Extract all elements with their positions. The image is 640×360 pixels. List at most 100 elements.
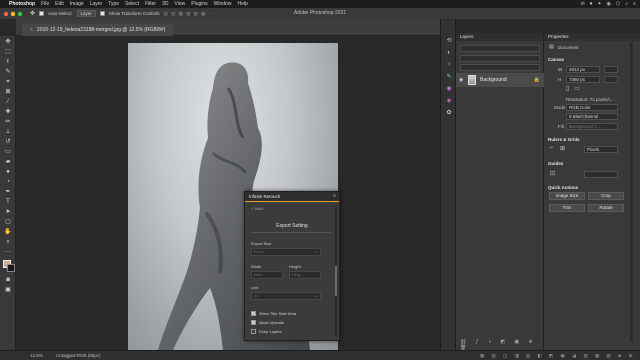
spark-icon[interactable]: ✦ [597,0,601,8]
menu-plugins[interactable]: Plugins [191,0,207,8]
blur-tool-icon[interactable]: ● [3,168,13,177]
width-input[interactable]: Wid... [251,271,283,279]
quick-actions-label[interactable]: Quick Actions [548,185,578,190]
menu-file[interactable]: File [41,0,49,8]
blend-mode-bar[interactable] [460,55,540,62]
align-icons[interactable]: ▤ ▥ ▦ ▧ ▨ ▩ ··· [164,11,217,17]
y-field[interactable] [604,76,618,83]
plugin-panel-icon-3[interactable]: ◈ [444,97,454,106]
plugin-panel-icon[interactable]: ✧ [444,61,454,70]
fill-dropdown[interactable]: Background C... [566,123,618,130]
path-selection-tool-icon[interactable]: ➤ [3,208,13,217]
type-tool-icon[interactable]: T [3,198,13,207]
screen-mode-icon[interactable]: ▣ [3,286,13,295]
menu-app-name[interactable]: Photoshop [9,0,35,8]
quick-select-tool-icon[interactable]: ✎ [3,68,13,77]
move-tool-options-icon[interactable]: ✥ [30,10,35,17]
lasso-tool-icon[interactable]: ℓ [3,58,13,67]
properties-scrollbar[interactable] [630,42,633,342]
eye-icon[interactable]: ◉ [459,73,463,87]
keep-layers-checkbox[interactable] [251,329,256,334]
dodge-tool-icon[interactable]: ◔ [3,178,13,187]
auto-select-checkbox[interactable] [39,11,45,16]
layers-footer-icons[interactable]: ⛓ ƒ ◑ ◩ ▣ ⊕ 🗑 [460,339,540,351]
record-icon[interactable]: ⏺ [590,0,593,8]
brush-panel-icon[interactable]: ✿ [444,109,454,118]
menu-view[interactable]: View [175,0,186,8]
more-tools-icon[interactable]: ··· [3,248,13,257]
marquee-tool-icon[interactable]: ⬚ [3,48,13,57]
healing-brush-tool-icon[interactable]: ✚ [3,108,13,117]
ruler-icon[interactable]: ⌐ [550,145,554,151]
spotlight-icon[interactable]: ⌕ [625,0,628,8]
brush-tool-icon[interactable]: ✏ [3,118,13,127]
guides-label[interactable]: Guides [548,161,563,166]
orientation-landscape-icon[interactable]: ▭ [574,85,580,92]
history-panel-icon[interactable]: ⟲ [444,37,454,46]
zoom-tool-icon[interactable]: ⌕ [3,238,13,247]
guides-color-dropdown[interactable] [584,171,618,178]
background-color-swatch[interactable] [7,264,15,272]
x-field[interactable] [604,66,618,73]
plugin-panel-icon-2[interactable]: ◉ [444,85,454,94]
grid-icon[interactable]: ⊞ [560,145,565,152]
trim-button[interactable]: Trim [549,204,585,212]
rotate-button[interactable]: Rotate [588,204,624,212]
show-title-safe-checkbox[interactable]: ✓ [251,311,256,316]
show-transform-checkbox[interactable] [99,11,105,16]
eyedropper-tool-icon[interactable]: ⁄ [3,98,13,107]
hand-tool-icon[interactable]: ✋ [3,228,13,237]
pen-tool-icon[interactable]: ✒ [3,188,13,197]
plugin-menu-icon[interactable]: ≡ [333,193,336,199]
auto-select-dropdown[interactable]: Layer [76,10,96,17]
notification-icon[interactable]: ≡ [633,0,636,8]
canvas-area[interactable] [16,36,440,350]
quick-mask-icon[interactable]: ◙ [3,276,13,285]
menu-type[interactable]: Type [108,0,119,8]
move-tool-icon[interactable]: ✥ [3,38,13,47]
orientation-portrait-icon[interactable]: ▯ [566,85,569,92]
crop-button[interactable]: Crop [588,192,624,200]
eraser-tool-icon[interactable]: ▭ [3,148,13,157]
ruler-units-dropdown[interactable]: Pixels [584,146,618,153]
document-tab[interactable]: × 2016-12-19_helena23188-merged.jpg @ 12.… [22,24,174,36]
canvas-section-label[interactable]: Canvas [548,57,564,62]
control-center-icon[interactable]: ⬡ [616,0,620,8]
menu-3d[interactable]: 3D [162,0,168,8]
gradient-tool-icon[interactable]: ▰ [3,158,13,167]
height-input[interactable]: Heig... [289,271,321,279]
properties-panel-header[interactable]: Properties [544,33,640,41]
height-field[interactable]: 7360 px [566,76,600,83]
width-field[interactable]: 4912 px [566,66,600,73]
menu-window[interactable]: Window [214,0,232,8]
mail-icon[interactable]: ✉ [581,0,585,8]
frame-tool-icon[interactable]: ⊠ [3,88,13,97]
libraries-panel-icon[interactable]: ✎ [444,73,454,82]
bit-depth-dropdown[interactable]: 8 Bits/Channel [566,113,618,120]
lock-fill-bar[interactable] [460,64,540,71]
menu-layer[interactable]: Layer [90,0,103,8]
allow-upscale-checkbox[interactable]: ✓ [251,320,256,325]
guides-icon[interactable]: ⊡ [550,170,555,177]
unit-dropdown[interactable]: px ⌄ [251,292,321,300]
close-tab-icon[interactable]: × [30,27,33,33]
rectangle-tool-icon[interactable]: ▢ [3,218,13,227]
layer-name[interactable]: Background [480,73,507,87]
mode-dropdown[interactable]: RGB Color [566,104,618,111]
taskbar-icons[interactable]: ▦ ▤ ◫ ◨ ▥ ◧ ◩ ▣ ◪ ▧ ▩ ▨ ◈ ⊞ [480,351,636,360]
menu-help[interactable]: Help [237,0,247,8]
menu-edit[interactable]: Edit [55,0,64,8]
crop-tool-icon[interactable]: ⌗ [3,78,13,87]
layer-filter-bar[interactable] [460,45,540,52]
wifi-icon[interactable]: ◉ [607,0,611,8]
rulers-grids-label[interactable]: Rulers & Grids [548,137,580,142]
layers-panel-header[interactable]: Layers [456,33,543,41]
menu-filter[interactable]: Filter [145,0,156,8]
back-link[interactable]: < Back [251,206,263,211]
history-brush-tool-icon[interactable]: ↺ [3,138,13,147]
clone-stamp-tool-icon[interactable]: ⊥ [3,128,13,137]
menu-select[interactable]: Select [125,0,139,8]
zoom-level[interactable]: 12.5% [30,351,43,360]
status-chevron-icon[interactable]: › [94,351,96,360]
plugin-scrollbar[interactable] [335,206,337,336]
